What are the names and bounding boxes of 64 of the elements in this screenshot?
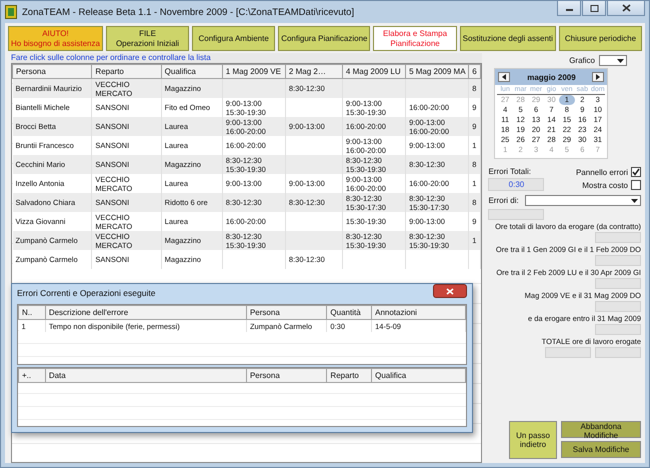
column-header[interactable]: Annotazioni: [372, 306, 466, 320]
errors-of-dropdown[interactable]: [524, 195, 641, 206]
action-button[interactable]: Salva Modifiche: [561, 441, 641, 458]
next-month-button[interactable]: [592, 72, 604, 82]
right-arrow-icon: [596, 74, 600, 80]
tab[interactable]: Elabora e Stampa Pianificazione: [373, 26, 457, 51]
dropdown-arrow-icon: [617, 58, 624, 62]
column-header[interactable]: 2 Mag 2…: [285, 64, 342, 78]
errors-total-field: 0:30: [488, 178, 544, 191]
column-header[interactable]: Persona: [246, 306, 327, 320]
column-header[interactable]: N..: [18, 306, 46, 320]
summary-field: [595, 347, 641, 358]
tab[interactable]: Sostituzione degli assenti: [460, 26, 556, 51]
close-button[interactable]: [607, 1, 645, 16]
dropdown-arrow-icon: [631, 198, 638, 202]
checkbox-label: Pannello errori: [576, 168, 628, 176]
summary-field: [595, 278, 641, 289]
checkbox-label: Mostra costo: [582, 180, 628, 190]
close-icon: [622, 4, 630, 12]
check-icon: [632, 168, 640, 176]
close-icon: [446, 288, 454, 294]
column-header[interactable]: +..: [18, 368, 46, 382]
maximize-icon: [590, 4, 598, 12]
chart-dropdown[interactable]: [599, 55, 627, 66]
column-header[interactable]: Reparto: [92, 64, 162, 78]
tab[interactable]: Configura Pianificazione: [278, 26, 370, 51]
action-button[interactable]: Abbandona Modifiche: [561, 421, 641, 438]
window-title: ZonaTEAM - Release Beta 1.1 - Novembre 2009 - [C:\ZonaTEAMDati\ricevuto]: [22, 6, 354, 18]
column-header[interactable]: 6: [468, 64, 481, 78]
dialog-title: Errori Correnti e Operazioni eseguite: [17, 288, 156, 298]
left-arrow-icon: [502, 74, 506, 80]
app-icon: [5, 5, 17, 19]
column-header[interactable]: Qualifica: [161, 64, 222, 78]
summary-field: [595, 324, 641, 335]
month-title: maggio 2009: [527, 72, 576, 82]
maximize-button[interactable]: [582, 1, 606, 16]
summary-field: [545, 347, 591, 358]
summary-field: [595, 232, 641, 243]
back-button[interactable]: Un passo indietro: [509, 421, 557, 459]
summary-field: [595, 301, 641, 312]
errors-of-label: Errori di:: [488, 196, 519, 205]
hint-text: Fare click sulle colonne per ordinare e controllare la lista: [11, 53, 482, 63]
minimize-button[interactable]: [557, 1, 581, 16]
column-header[interactable]: Qualifica: [372, 368, 466, 382]
column-header[interactable]: Reparto: [326, 368, 372, 382]
previous-month-button[interactable]: [498, 72, 510, 82]
summary-field: [595, 255, 641, 266]
column-header[interactable]: Descrizione dell'errore: [45, 306, 246, 320]
checkbox[interactable]: [631, 180, 641, 190]
tab[interactable]: Chiusure periodiche: [558, 26, 642, 51]
column-header[interactable]: 4 Mag 2009 LU: [342, 64, 406, 78]
column-header[interactable]: Quantità: [326, 306, 372, 320]
close-button[interactable]: [433, 284, 467, 298]
empty-field: [488, 209, 544, 220]
column-header[interactable]: 1 Mag 2009 VE: [222, 64, 286, 78]
tab[interactable]: Configura Ambiente: [192, 26, 276, 51]
column-header[interactable]: Persona: [246, 368, 327, 382]
column-header[interactable]: 5 Mag 2009 MA: [406, 64, 469, 78]
chart-label: Grafico: [569, 56, 595, 65]
column-header[interactable]: Persona: [12, 64, 92, 78]
column-header[interactable]: Data: [45, 368, 246, 382]
errors-total-label: Errori Totali:: [488, 167, 532, 176]
tab[interactable]: FILE Operazioni Iniziali: [106, 26, 190, 51]
checkbox[interactable]: [631, 167, 641, 177]
